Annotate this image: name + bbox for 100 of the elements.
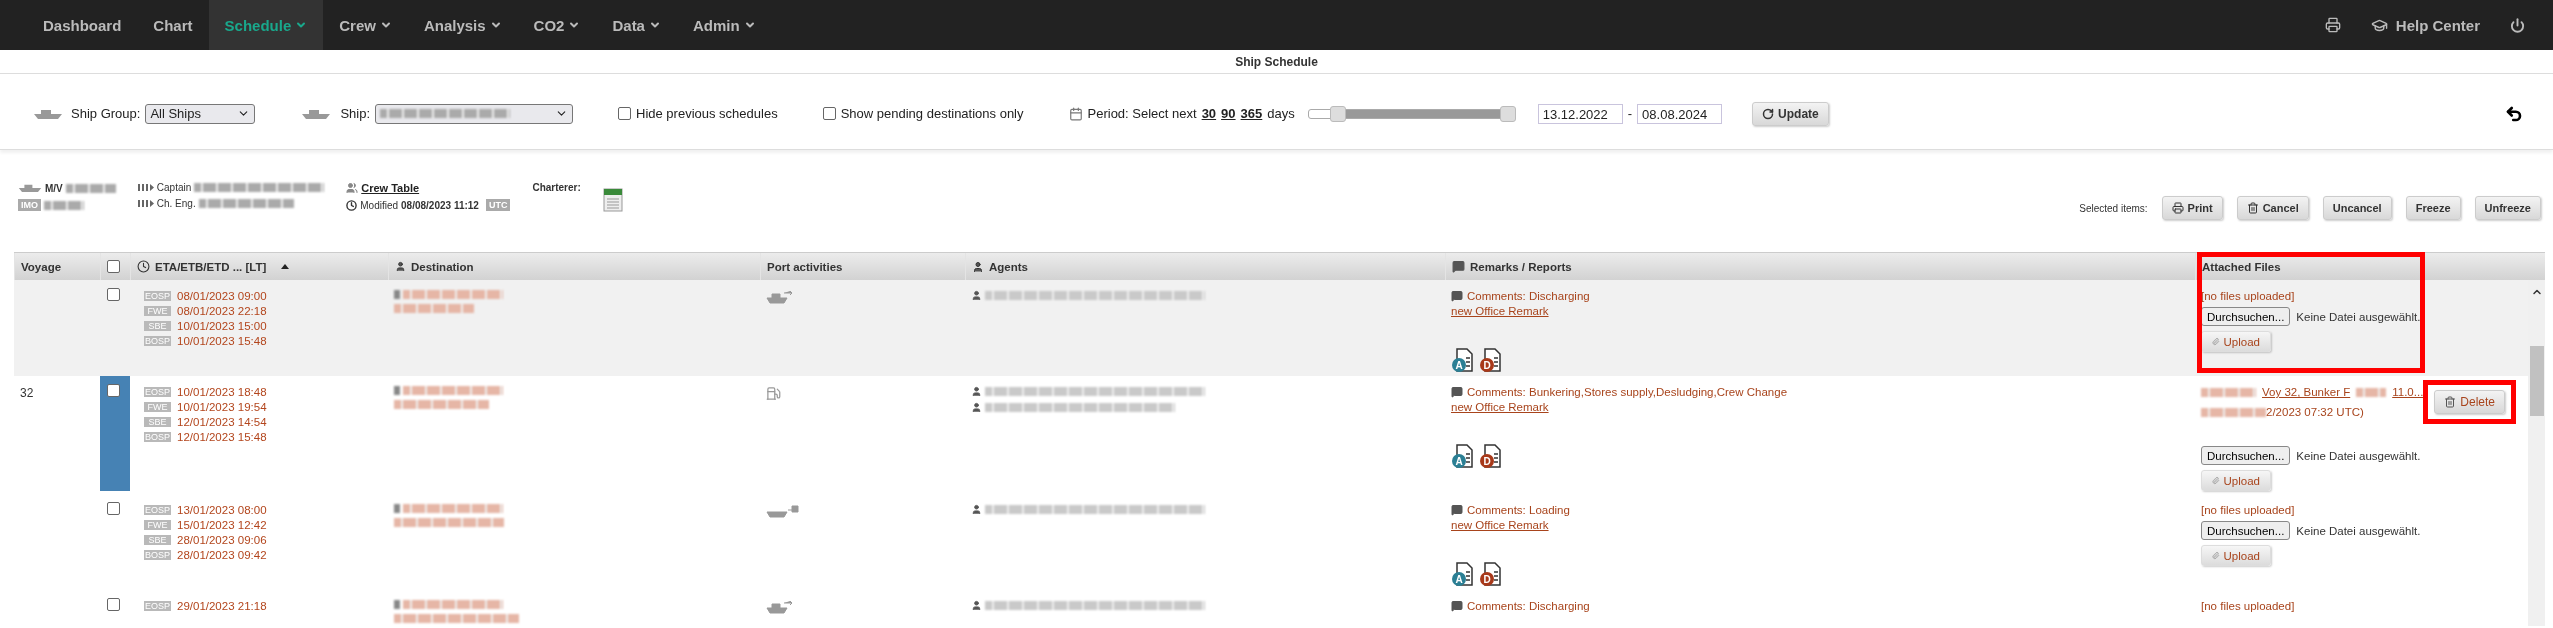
utc-badge: UTC (485, 199, 511, 211)
nav-tab[interactable]: Dashboard (27, 0, 138, 50)
browse-button[interactable]: Durchsuchen... (2201, 521, 2291, 540)
event-time: 08/01/2023 22:18 (177, 305, 267, 317)
modified-date: 08/08/2023 11:12 (401, 199, 479, 211)
date-separator: - (1627, 106, 1633, 121)
file-link[interactable]: 11.0... (2392, 386, 2424, 398)
row-checkbox[interactable] (107, 502, 120, 515)
action-button[interactable]: Freeze (2405, 196, 2461, 220)
office-remark-link[interactable]: new Office Remark (1451, 305, 2189, 317)
column-header: Remarks / Reports (1470, 260, 1572, 273)
row-checkbox[interactable] (107, 384, 120, 397)
scrollbar[interactable] (2528, 280, 2545, 626)
event-time: 12/01/2023 14:54 (177, 416, 267, 428)
event-badge: FWE (144, 520, 171, 530)
event-badge: SBE (144, 321, 171, 331)
nav-tab[interactable]: CO2 (517, 0, 597, 50)
action-button[interactable]: Uncancel (2322, 196, 2392, 220)
upload-button[interactable]: Upload (2201, 331, 2271, 352)
office-remark-link[interactable]: new Office Remark (1451, 401, 2189, 413)
refresh-icon (1762, 107, 1775, 120)
rank-icon (137, 184, 154, 191)
action-button[interactable]: Cancel (2236, 196, 2309, 220)
checkbox[interactable] (618, 107, 631, 120)
nav-tab[interactable]: Analysis (407, 0, 518, 50)
file-status: Keine Datei ausgewählt. (2296, 524, 2421, 537)
column-header: Destination (411, 260, 474, 273)
column-header: Agents (989, 260, 1028, 273)
no-files-text: [no files uploaded] (2201, 600, 2296, 612)
slider-thumb[interactable] (1499, 105, 1516, 122)
column-header: Attached Files (2202, 260, 2281, 273)
ship-group-select[interactable]: All Ships (145, 103, 256, 124)
select-all-checkbox[interactable] (107, 260, 120, 273)
paperclip-icon (2212, 336, 2220, 347)
imo-badge: IMO (18, 199, 41, 211)
blurred-text (2201, 387, 2256, 397)
event-badge: EOSP (144, 387, 171, 397)
nav-tab[interactable]: Crew (323, 0, 408, 50)
person-icon (972, 260, 984, 273)
help-center-link[interactable]: Help Center (2370, 16, 2480, 34)
browse-button[interactable]: Durchsuchen... (2201, 446, 2291, 465)
nav-tab[interactable]: Admin (676, 0, 772, 50)
person-icon (395, 261, 406, 272)
no-files-text: [no files uploaded] (2201, 504, 2296, 516)
back-arrow-icon[interactable] (2505, 104, 2523, 123)
file-link[interactable]: Voy 32, Bunker F (2262, 386, 2351, 398)
upload-button[interactable]: Upload (2201, 470, 2271, 491)
blurred-text (394, 290, 400, 299)
comment-icon (1451, 504, 1463, 516)
document-icon[interactable] (602, 186, 623, 212)
event-time: 28/01/2023 09:42 (177, 549, 267, 561)
ship-unloading-icon (766, 600, 794, 614)
event-time: 29/01/2023 21:18 (177, 600, 267, 612)
row-checkbox[interactable] (107, 598, 120, 611)
date-to-field[interactable]: 08.08.2024 (1637, 103, 1723, 124)
period-link[interactable]: 30 (1201, 106, 1217, 121)
office-remark-link[interactable]: new Office Remark (1451, 519, 2189, 531)
slider-thumb[interactable] (1329, 105, 1346, 122)
vessel-prefix: M/V (45, 182, 63, 194)
ship-select[interactable] (375, 103, 573, 124)
calendar-icon (1068, 106, 1083, 121)
column-header: Voyage (21, 260, 62, 273)
comment-icon (1451, 386, 1463, 398)
period-link[interactable]: 90 (1221, 106, 1236, 121)
update-button[interactable]: Update (1752, 101, 1829, 126)
event-time: 13/01/2023 08:00 (177, 504, 267, 516)
delete-button[interactable]: Delete (2434, 390, 2506, 414)
period-link[interactable]: 365 (1240, 106, 1263, 121)
column-header: ETA/ETB/ETD ... [LT] (155, 260, 267, 273)
browse-button[interactable]: Durchsuchen... (2201, 307, 2291, 326)
printer-icon[interactable] (2324, 17, 2341, 33)
person-icon (971, 504, 982, 515)
paperclip-icon (2212, 550, 2220, 561)
trash-icon (2444, 396, 2457, 408)
date-from-field[interactable]: 13.12.2022 (1537, 103, 1623, 124)
power-icon[interactable] (2510, 17, 2525, 33)
nav-tab[interactable]: Data (596, 0, 677, 50)
event-badge: BOSP (144, 336, 171, 346)
period-unit: days (1267, 106, 1295, 121)
action-button[interactable]: Unfreeze (2474, 196, 2541, 220)
nav-tab[interactable]: Schedule (208, 0, 324, 50)
action-button[interactable]: Print (2161, 196, 2223, 220)
scroll-thumb[interactable] (2529, 346, 2544, 416)
nav-tab[interactable]: Chart (137, 0, 209, 50)
upload-button[interactable]: Upload (2201, 545, 2271, 566)
ship-unloading-icon (766, 290, 794, 304)
comment-icon (1451, 600, 1463, 612)
row-checkbox[interactable] (107, 288, 120, 301)
page-title: Ship Schedule (1235, 54, 1318, 69)
checkbox[interactable] (822, 107, 836, 120)
event-badge: FWE (144, 402, 171, 412)
event-badge: EOSP (144, 601, 171, 611)
event-time: 10/01/2023 19:54 (177, 401, 267, 413)
crew-table-link[interactable]: Crew Table (361, 182, 420, 194)
sort-arrow-icon[interactable] (281, 264, 290, 269)
comment-icon (1451, 290, 1463, 302)
blurred-text (394, 504, 400, 513)
blurred-text (44, 200, 84, 210)
paperclip-icon (2212, 475, 2220, 486)
comment-text: Comments: Discharging (1467, 290, 1590, 302)
